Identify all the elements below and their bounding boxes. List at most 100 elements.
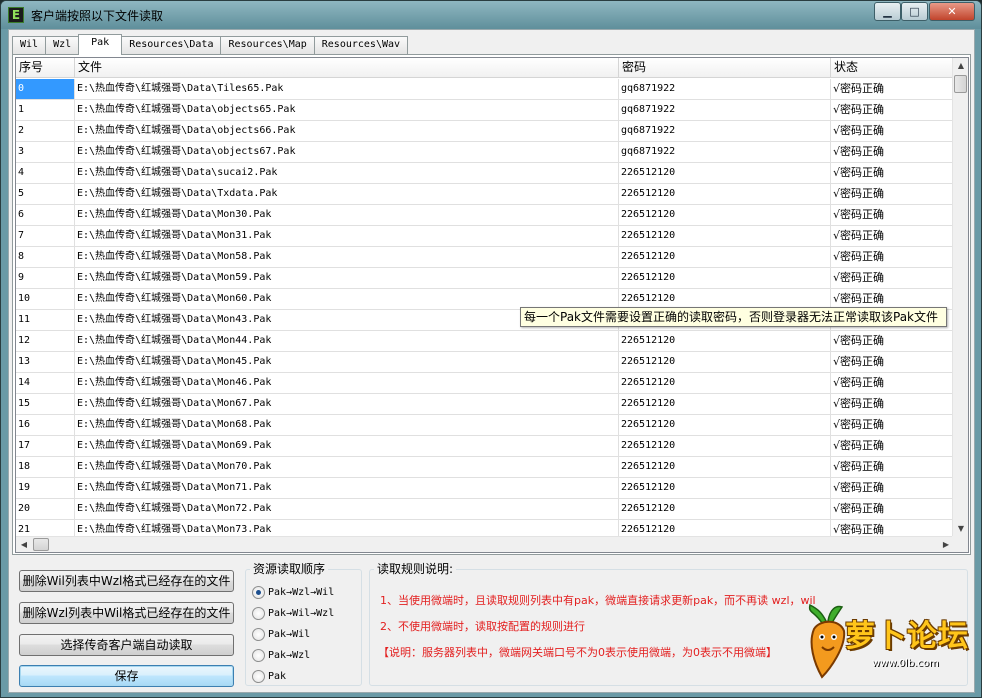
tab-resources-wav[interactable]: Resources\Wav [313,36,409,54]
table-row[interactable]: 3 E:\热血传奇\红城强哥\Data\objects67.Pak gq687192… [16,142,954,163]
row-password[interactable]: 226512120 [619,289,831,309]
table-row[interactable]: 0 E:\热血传奇\红城强哥\Data\Tiles65.Pak gq6871922 √… [16,79,954,100]
row-status[interactable]: √密码正确 [831,121,954,141]
row-index[interactable]: 9 [16,268,75,288]
row-file-path[interactable]: E:\热血传奇\红城强哥\Data\Mon69.Pak [75,436,619,456]
row-status[interactable]: √密码正确 [831,163,954,183]
delete-wzl-duplicates-button[interactable]: 删除Wzl列表中Wil格式已经存在的文件 [19,602,234,624]
row-file-path[interactable]: E:\热血传奇\红城强哥\Data\Mon72.Pak [75,499,619,519]
row-password[interactable]: 226512120 [619,415,831,435]
row-password[interactable]: 226512120 [619,499,831,519]
row-index[interactable]: 3 [16,142,75,162]
row-index[interactable]: 4 [16,163,75,183]
maximize-button[interactable]: □ [901,2,928,21]
table-row[interactable]: 13 E:\热血传奇\红城强哥\Data\Mon45.Pak 226512120 √密… [16,352,954,373]
horizontal-scrollbar[interactable]: ◀ ▶ [16,536,954,552]
table-row[interactable]: 8 E:\热血传奇\红城强哥\Data\Mon58.Pak 226512120 √密码… [16,247,954,268]
row-status[interactable]: √密码正确 [831,394,954,414]
row-status[interactable]: √密码正确 [831,331,954,351]
tab-pak[interactable]: Pak [78,34,123,55]
row-index[interactable]: 13 [16,352,75,372]
row-password[interactable]: 226512120 [619,394,831,414]
row-status[interactable]: √密码正确 [831,79,954,99]
file-list-grid[interactable]: 序号 文件 密码 状态 0 E:\热血传奇\红城强哥\Data\Tiles65.P… [15,57,969,553]
row-password[interactable]: 226512120 [619,268,831,288]
row-status[interactable]: √密码正确 [831,247,954,267]
scroll-up-icon[interactable]: ▲ [953,58,968,74]
row-status[interactable]: √密码正确 [831,184,954,204]
tab-resources-data[interactable]: Resources\Data [121,36,222,54]
header-file[interactable]: 文件 [75,58,619,78]
read-order-radio-4[interactable]: Pak→Wzl [252,647,310,663]
row-index[interactable]: 7 [16,226,75,246]
row-password[interactable]: gq6871922 [619,142,831,162]
row-file-path[interactable]: E:\热血传奇\红城强哥\Data\objects67.Pak [75,142,619,162]
row-status[interactable]: √密码正确 [831,457,954,477]
delete-wil-duplicates-button[interactable]: 删除Wil列表中Wzl格式已经存在的文件 [19,570,234,592]
radio-button-icon[interactable] [252,627,265,641]
vertical-scroll-thumb[interactable] [954,75,967,93]
save-button[interactable]: 保存 [19,665,234,687]
row-status[interactable]: √密码正确 [831,142,954,162]
table-row[interactable]: 20 E:\热血传奇\红城强哥\Data\Mon72.Pak 226512120 √密… [16,499,954,520]
table-row[interactable]: 5 E:\热血传奇\红城强哥\Data\Txdata.Pak 226512120 √密… [16,184,954,205]
row-file-path[interactable]: E:\热血传奇\红城强哥\Data\sucai2.Pak [75,163,619,183]
row-file-path[interactable]: E:\热血传奇\红城强哥\Data\Txdata.Pak [75,184,619,204]
row-password[interactable]: gq6871922 [619,121,831,141]
row-index[interactable]: 6 [16,205,75,225]
table-row[interactable]: 14 E:\热血传奇\红城强哥\Data\Mon46.Pak 226512120 √密… [16,373,954,394]
row-file-path[interactable]: E:\热血传奇\红城强哥\Data\Mon46.Pak [75,373,619,393]
table-row[interactable]: 9 E:\热血传奇\红城强哥\Data\Mon59.Pak 226512120 √密码… [16,268,954,289]
row-password[interactable]: 226512120 [619,205,831,225]
row-index[interactable]: 8 [16,247,75,267]
read-order-radio-5[interactable]: Pak [252,668,286,684]
row-index[interactable]: 0 [16,79,75,99]
row-status[interactable]: √密码正确 [831,352,954,372]
vertical-scrollbar[interactable]: ▲ ▼ [952,58,968,537]
table-row[interactable]: 2 E:\热血传奇\红城强哥\Data\objects66.Pak gq687192… [16,121,954,142]
row-status[interactable]: √密码正确 [831,226,954,246]
radio-button-icon[interactable] [252,585,265,599]
table-row[interactable]: 15 E:\热血传奇\红城强哥\Data\Mon67.Pak 226512120 √密… [16,394,954,415]
row-status[interactable]: √密码正确 [831,499,954,519]
row-file-path[interactable]: E:\热血传奇\红城强哥\Data\Tiles65.Pak [75,79,619,99]
row-index[interactable]: 20 [16,499,75,519]
radio-button-icon[interactable] [252,669,265,683]
row-password[interactable]: 226512120 [619,184,831,204]
row-index[interactable]: 12 [16,331,75,351]
row-index[interactable]: 15 [16,394,75,414]
row-index[interactable]: 2 [16,121,75,141]
radio-button-icon[interactable] [252,648,265,662]
row-file-path[interactable]: E:\热血传奇\红城强哥\Data\Mon68.Pak [75,415,619,435]
row-status[interactable]: √密码正确 [831,373,954,393]
row-password[interactable]: 226512120 [619,457,831,477]
row-file-path[interactable]: E:\热血传奇\红城强哥\Data\Mon60.Pak [75,289,619,309]
row-file-path[interactable]: E:\热血传奇\红城强哥\Data\Mon45.Pak [75,352,619,372]
row-file-path[interactable]: E:\热血传奇\红城强哥\Data\Mon71.Pak [75,478,619,498]
row-status[interactable]: √密码正确 [831,415,954,435]
table-row[interactable]: 4 E:\热血传奇\红城强哥\Data\sucai2.Pak 226512120 √密… [16,163,954,184]
row-password[interactable]: 226512120 [619,247,831,267]
radio-button-icon[interactable] [252,606,265,620]
tab-wzl[interactable]: Wzl [45,36,80,54]
row-status[interactable]: √密码正确 [831,205,954,225]
row-file-path[interactable]: E:\热血传奇\红城强哥\Data\Mon44.Pak [75,331,619,351]
row-password[interactable]: 226512120 [619,163,831,183]
table-row[interactable]: 16 E:\热血传奇\红城强哥\Data\Mon68.Pak 226512120 √密… [16,415,954,436]
row-index[interactable]: 1 [16,100,75,120]
row-index[interactable]: 18 [16,457,75,477]
row-file-path[interactable]: E:\热血传奇\红城强哥\Data\Mon58.Pak [75,247,619,267]
row-password[interactable]: 226512120 [619,226,831,246]
row-index[interactable]: 17 [16,436,75,456]
row-password[interactable]: 226512120 [619,373,831,393]
read-order-radio-3[interactable]: Pak→Wil [252,626,310,642]
table-row[interactable]: 17 E:\热血传奇\红城强哥\Data\Mon69.Pak 226512120 √密… [16,436,954,457]
table-row[interactable]: 6 E:\热血传奇\红城强哥\Data\Mon30.Pak 226512120 √密码… [16,205,954,226]
read-order-radio-1[interactable]: Pak→Wzl→Wil [252,584,334,600]
row-index[interactable]: 16 [16,415,75,435]
row-file-path[interactable]: E:\热血传奇\红城强哥\Data\objects65.Pak [75,100,619,120]
row-index[interactable]: 11 [16,310,75,330]
horizontal-scroll-thumb[interactable] [33,538,49,551]
close-button[interactable]: ✕ [929,2,975,21]
row-status[interactable]: √密码正确 [831,268,954,288]
